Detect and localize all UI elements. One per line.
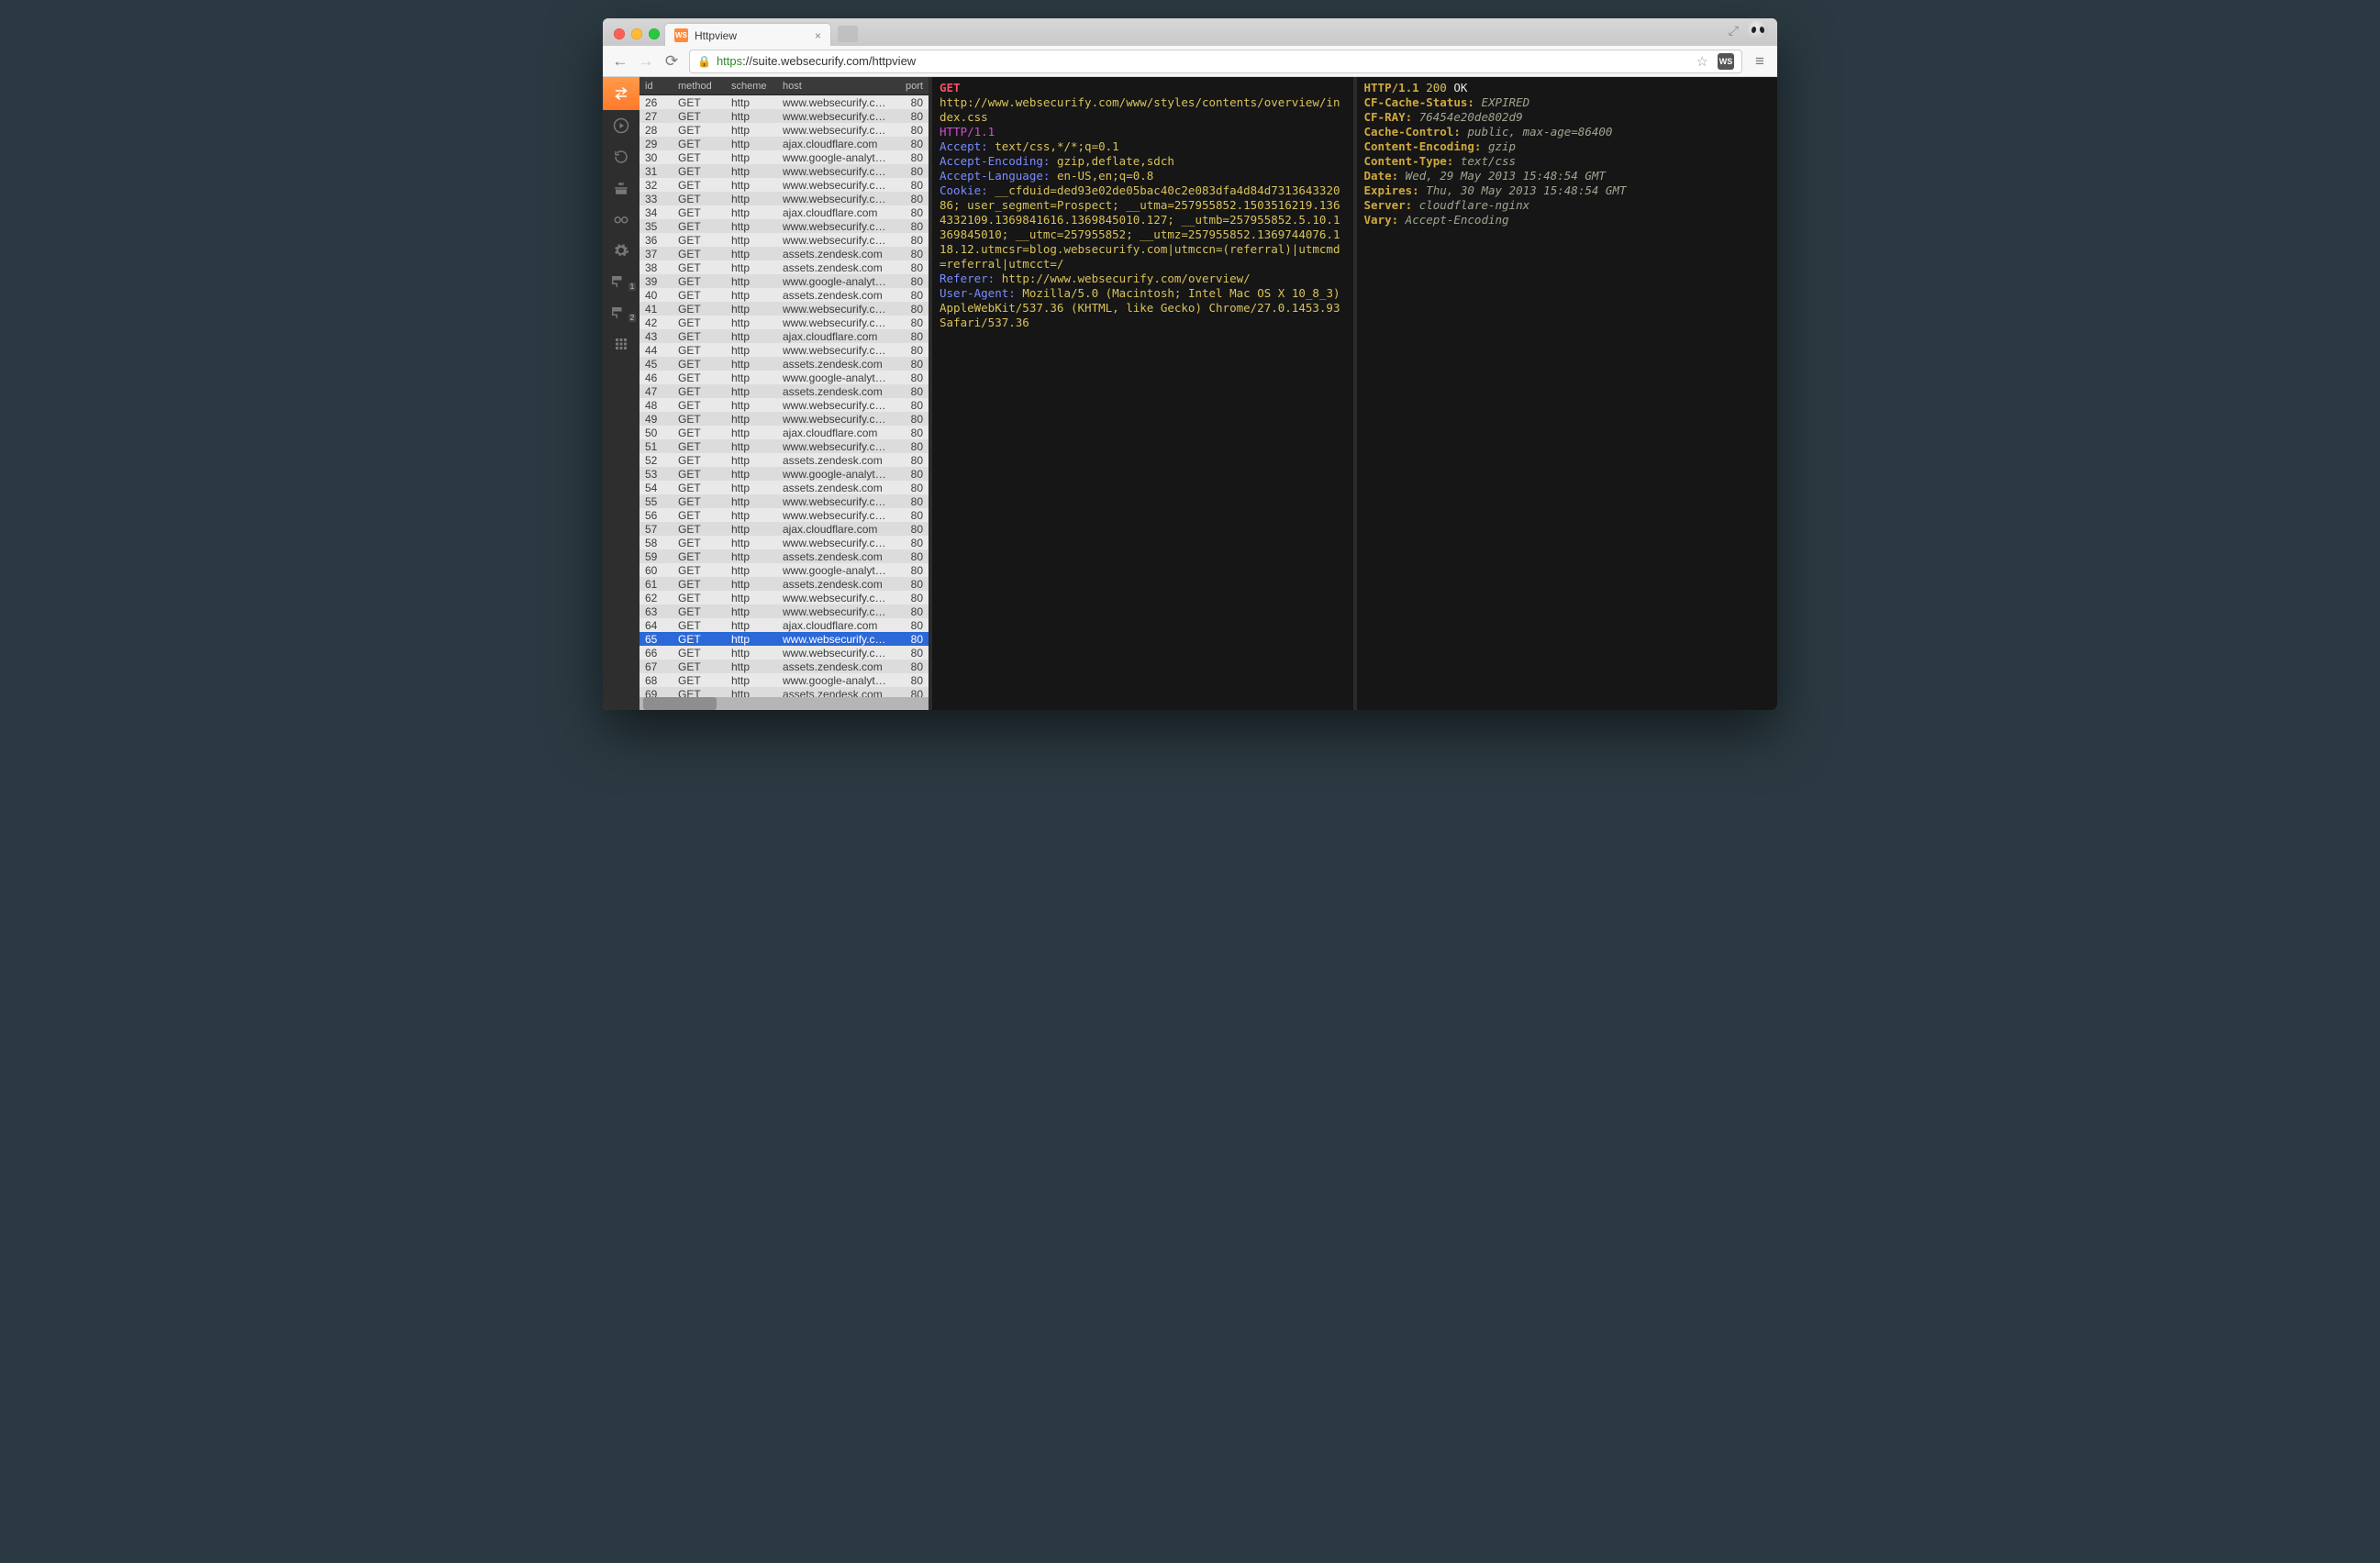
table-row[interactable]: 64GEThttpajax.cloudflare.com80 (639, 618, 929, 632)
tab-title: Httpview (695, 29, 737, 42)
table-row[interactable]: 49GEThttpwww.websecurify.com80 (639, 412, 929, 426)
col-scheme-header[interactable]: scheme (726, 81, 777, 92)
sidebar-settings-icon[interactable] (603, 235, 639, 266)
table-row[interactable]: 57GEThttpajax.cloudflare.com80 (639, 522, 929, 536)
sidebar-grid-icon[interactable] (603, 328, 639, 360)
extension-badge-icon[interactable]: WS (1718, 53, 1734, 70)
tool-sidebar: 1 2 (603, 77, 639, 710)
table-row[interactable]: 27GEThttpwww.websecurify.com80 (639, 109, 929, 123)
col-method-header[interactable]: method (673, 81, 726, 92)
table-row[interactable]: 65GEThttpwww.websecurify.com80 (639, 632, 929, 646)
browser-tab[interactable]: WS Httpview × (665, 24, 830, 47)
table-body: 26GEThttpwww.websecurify.com8027GEThttpw… (639, 95, 929, 697)
table-row[interactable]: 32GEThttpwww.websecurify.com80 (639, 178, 929, 192)
table-row[interactable]: 35GEThttpwww.websecurify.com80 (639, 219, 929, 233)
scrollbar-thumb[interactable] (643, 697, 717, 710)
window-minimize-button[interactable] (631, 28, 642, 39)
panes-container: id method scheme host port 26GEThttpwww.… (639, 77, 1777, 710)
table-row[interactable]: 38GEThttpassets.zendesk.com80 (639, 260, 929, 274)
sidebar-proxy-icon[interactable] (603, 77, 639, 110)
requests-table-pane: id method scheme host port 26GEThttpwww.… (639, 77, 929, 710)
table-row[interactable]: 55GEThttpwww.websecurify.com80 (639, 494, 929, 508)
window-close-button[interactable] (614, 28, 625, 39)
forward-button[interactable]: → (638, 52, 654, 71)
sidebar-paint2-icon[interactable]: 2 (603, 297, 639, 328)
table-row[interactable]: 37GEThttpassets.zendesk.com80 (639, 247, 929, 260)
bookmark-star-icon[interactable]: ☆ (1696, 53, 1708, 70)
col-host-header[interactable]: host (777, 81, 892, 92)
url-text: https://suite.websecurify.com/httpview (717, 54, 916, 68)
new-tab-button[interactable] (838, 26, 858, 42)
reload-button[interactable]: ⟳ (663, 52, 680, 71)
table-row[interactable]: 59GEThttpassets.zendesk.com80 (639, 549, 929, 563)
table-row[interactable]: 51GEThttpwww.websecurify.com80 (639, 439, 929, 453)
table-row[interactable]: 61GEThttpassets.zendesk.com80 (639, 577, 929, 591)
table-row[interactable]: 52GEThttpassets.zendesk.com80 (639, 453, 929, 467)
window-zoom-button[interactable] (649, 28, 660, 39)
httpview-app: 1 2 id method scheme host port 26GEThttp… (603, 77, 1777, 710)
table-row[interactable]: 34GEThttpajax.cloudflare.com80 (639, 205, 929, 219)
table-row[interactable]: 53GEThttpwww.google-analytics.c...80 (639, 467, 929, 481)
avatar-icon[interactable] (1748, 20, 1768, 40)
browser-window: WS Httpview × ⤢ ← → ⟳ 🔒 https://suite.we… (603, 18, 1777, 710)
back-button[interactable]: ← (612, 52, 628, 71)
table-row[interactable]: 48GEThttpwww.websecurify.com80 (639, 398, 929, 412)
col-id-header[interactable]: id (639, 81, 673, 92)
sidebar-gift-icon[interactable] (603, 172, 639, 204)
table-row[interactable]: 44GEThttpwww.websecurify.com80 (639, 343, 929, 357)
address-bar[interactable]: 🔒 https://suite.websecurify.com/httpview… (689, 50, 1742, 73)
table-row[interactable]: 36GEThttpwww.websecurify.com80 (639, 233, 929, 247)
window-controls (610, 28, 665, 46)
table-row[interactable]: 54GEThttpassets.zendesk.com80 (639, 481, 929, 494)
table-row[interactable]: 33GEThttpwww.websecurify.com80 (639, 192, 929, 205)
table-row[interactable]: 41GEThttpwww.websecurify.com80 (639, 302, 929, 316)
table-row[interactable]: 58GEThttpwww.websecurify.com80 (639, 536, 929, 549)
response-pane: HTTP/1.1 200 OK CF-Cache-Status: EXPIRED… (1353, 77, 1778, 710)
table-row[interactable]: 63GEThttpwww.websecurify.com80 (639, 604, 929, 618)
table-row[interactable]: 30GEThttpwww.google-analytics.c...80 (639, 150, 929, 164)
table-row[interactable]: 67GEThttpassets.zendesk.com80 (639, 660, 929, 673)
table-row[interactable]: 69GEThttpassets.zendesk.com80 (639, 687, 929, 697)
browser-toolbar: ← → ⟳ 🔒 https://suite.websecurify.com/ht… (603, 46, 1777, 77)
col-port-header[interactable]: port (892, 81, 929, 92)
sidebar-paint1-icon[interactable]: 1 (603, 266, 639, 297)
table-row[interactable]: 39GEThttpwww.google-analytics.c...80 (639, 274, 929, 288)
table-header: id method scheme host port (639, 77, 929, 95)
tab-close-icon[interactable]: × (815, 29, 821, 42)
table-row[interactable]: 50GEThttpajax.cloudflare.com80 (639, 426, 929, 439)
table-row[interactable]: 26GEThttpwww.websecurify.com80 (639, 95, 929, 109)
table-row[interactable]: 28GEThttpwww.websecurify.com80 (639, 123, 929, 137)
tab-favicon-icon: WS (674, 28, 688, 42)
request-pane: GET http://www.websecurify.com/www/style… (929, 77, 1353, 710)
sidebar-refresh-icon[interactable] (603, 141, 639, 172)
table-row[interactable]: 29GEThttpajax.cloudflare.com80 (639, 137, 929, 150)
table-row[interactable]: 46GEThttpwww.google-analytics.c...80 (639, 371, 929, 384)
horizontal-scrollbar[interactable] (639, 697, 929, 710)
table-row[interactable]: 56GEThttpwww.websecurify.com80 (639, 508, 929, 522)
table-row[interactable]: 31GEThttpwww.websecurify.com80 (639, 164, 929, 178)
lock-icon: 🔒 (697, 55, 711, 68)
browser-tab-strip: WS Httpview × ⤢ (603, 18, 1777, 46)
table-row[interactable]: 43GEThttpajax.cloudflare.com80 (639, 329, 929, 343)
table-row[interactable]: 62GEThttpwww.websecurify.com80 (639, 591, 929, 604)
sidebar-glasses-icon[interactable] (603, 204, 639, 235)
table-row[interactable]: 42GEThttpwww.websecurify.com80 (639, 316, 929, 329)
table-row[interactable]: 40GEThttpassets.zendesk.com80 (639, 288, 929, 302)
menu-button[interactable]: ≡ (1752, 52, 1768, 71)
table-row[interactable]: 47GEThttpassets.zendesk.com80 (639, 384, 929, 398)
sidebar-play-icon[interactable] (603, 110, 639, 141)
fullscreen-icon[interactable]: ⤢ (1729, 23, 1739, 39)
table-row[interactable]: 68GEThttpwww.google-analytics.c...80 (639, 673, 929, 687)
table-row[interactable]: 66GEThttpwww.websecurify.com80 (639, 646, 929, 660)
table-row[interactable]: 60GEThttpwww.google-analytics.c...80 (639, 563, 929, 577)
table-row[interactable]: 45GEThttpassets.zendesk.com80 (639, 357, 929, 371)
